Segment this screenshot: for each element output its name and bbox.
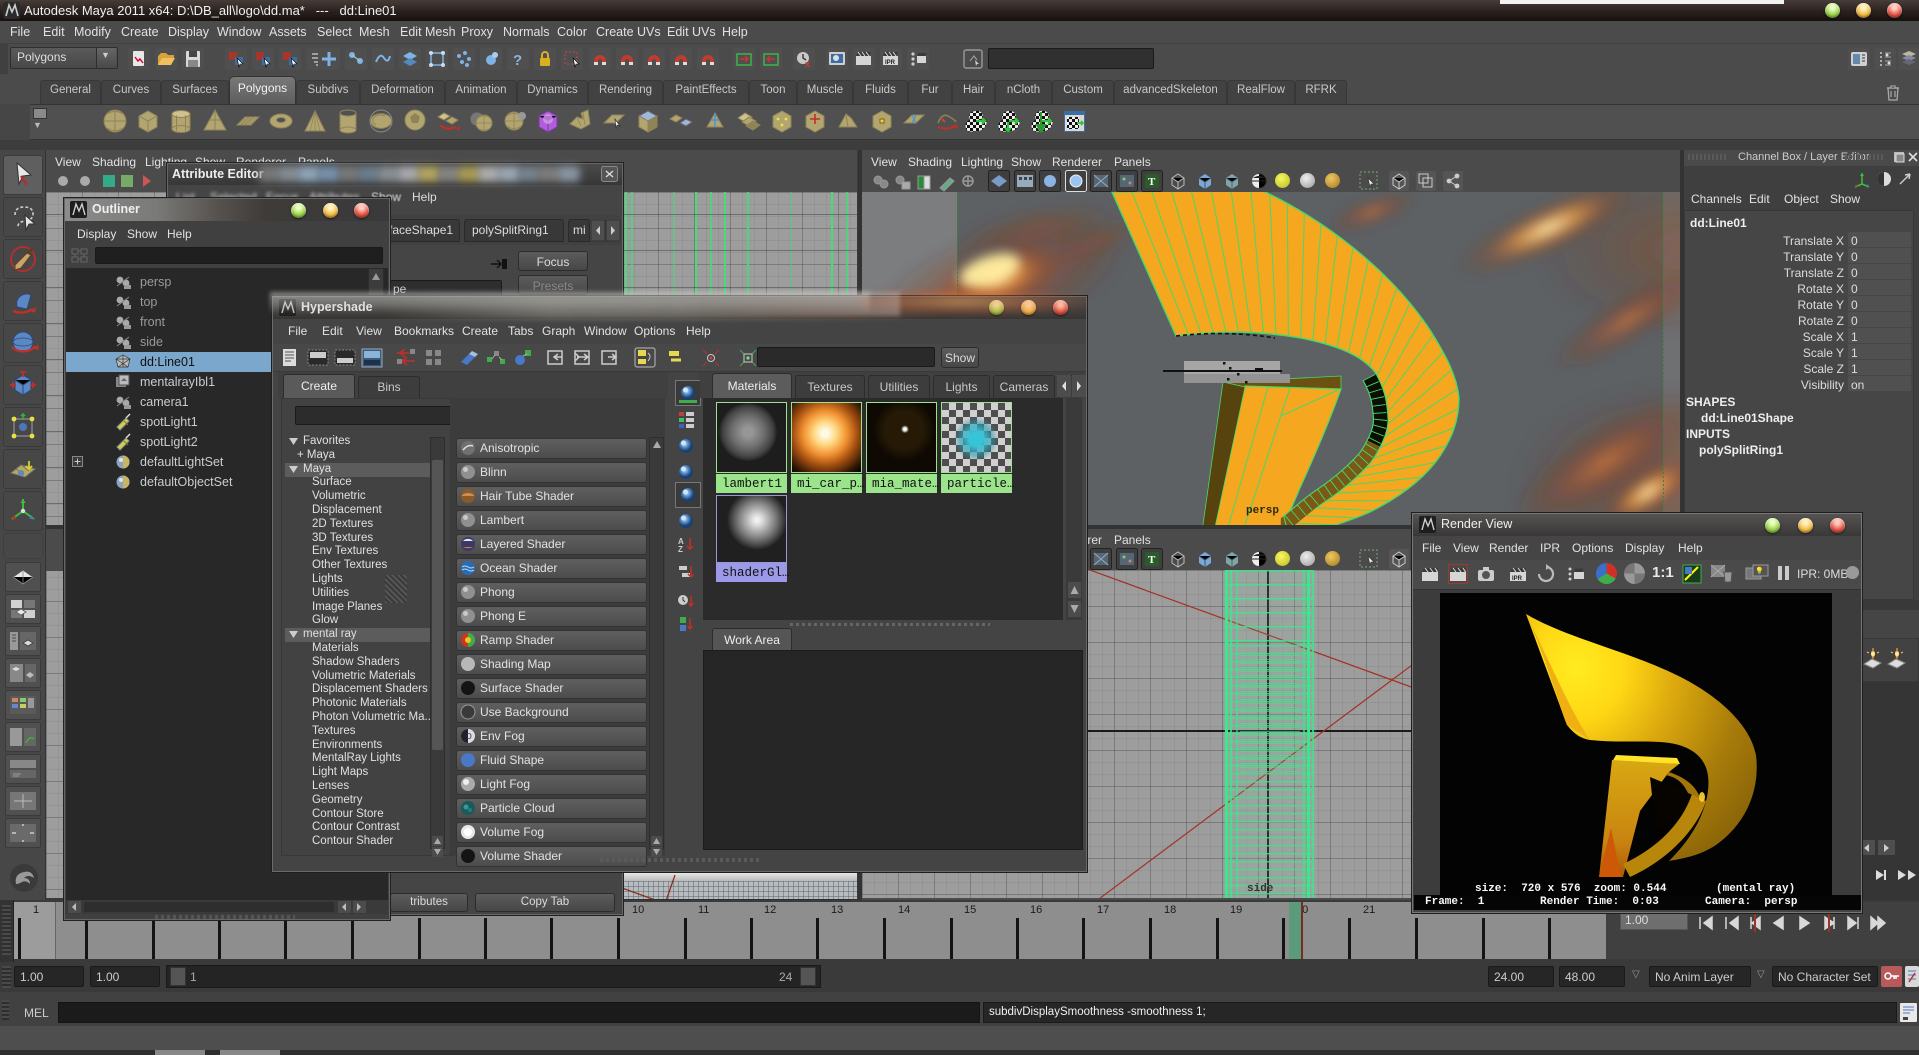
svg-text:D: D	[466, 732, 472, 741]
svg-text:IPR: IPR	[1512, 576, 1523, 582]
svg-text:💡: 💡	[1755, 566, 1764, 575]
svg-text:Z: Z	[678, 545, 683, 553]
svg-text:IPR: IPR	[885, 60, 896, 66]
svg-text:?: ?	[513, 52, 522, 69]
svg-text:T: T	[1148, 554, 1156, 566]
svg-text:T: T	[1148, 176, 1156, 188]
svg-text:x: x	[805, 59, 810, 69]
